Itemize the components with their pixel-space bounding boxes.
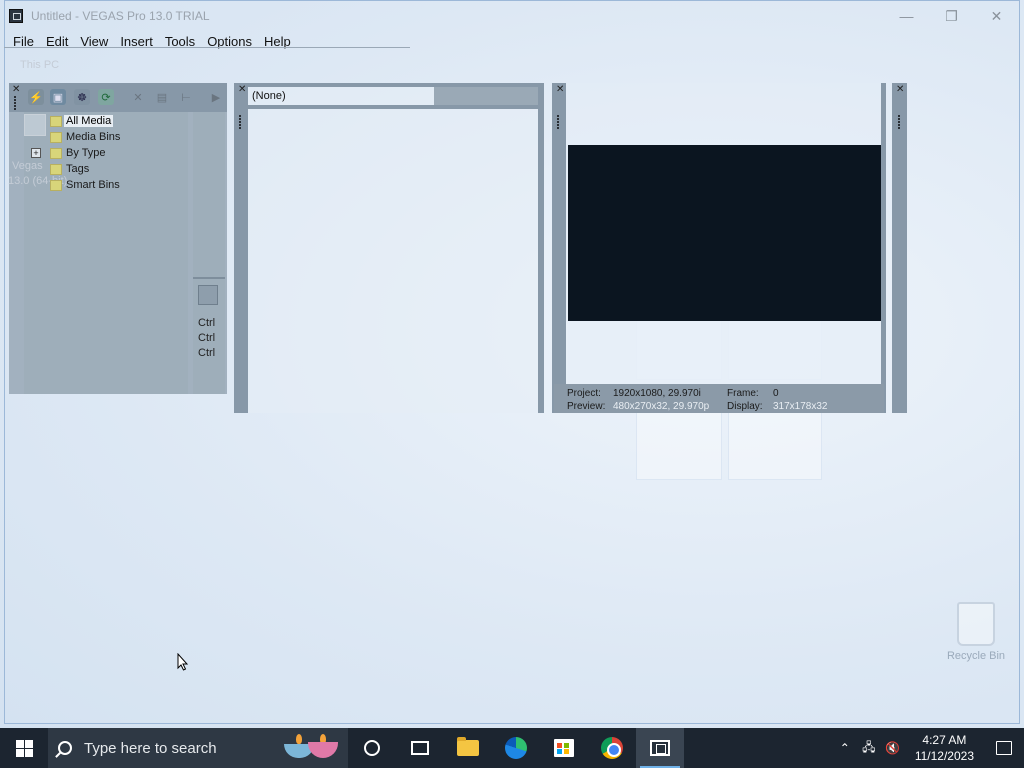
- preview-grip[interactable]: [556, 115, 560, 130]
- notification-icon: [996, 741, 1012, 755]
- tags-folder-icon: [50, 164, 62, 175]
- video-preview-screen: [568, 145, 881, 321]
- media-properties-icon[interactable]: ▤: [154, 89, 170, 105]
- system-tray: ⌃ 🖧 🔇 4:27 AM 11/12/2023: [833, 728, 1024, 768]
- ctrl-shortcut-label-1: Ctrl: [198, 317, 216, 329]
- chrome-icon: [601, 737, 623, 759]
- taskbar: Type here to search ⌃ 🖧 🔇 4:27 AM 11/12/…: [0, 728, 1024, 768]
- restore-button[interactable]: ❐: [929, 1, 974, 31]
- title-bar[interactable]: Untitled - VEGAS Pro 13.0 TRIAL — ❐ ✕: [5, 1, 1019, 31]
- start-button[interactable]: [0, 728, 48, 768]
- media-panel-grip[interactable]: [13, 96, 17, 111]
- tree-item-all-media[interactable]: All Media: [64, 115, 114, 127]
- trimmer-grip[interactable]: [238, 115, 242, 130]
- windows-start-icon: [15, 739, 33, 757]
- ctrl-shortcut-label-3: Ctrl: [198, 347, 216, 359]
- import-media-icon[interactable]: ⚡: [28, 89, 44, 105]
- right-panel-grip[interactable]: [897, 115, 901, 130]
- smart-bins-folder-icon: [50, 180, 62, 191]
- taskbar-search-box[interactable]: Type here to search: [48, 728, 348, 768]
- microsoft-store-button[interactable]: [540, 728, 588, 768]
- vegas-shortcut-ghost-icon: [24, 114, 46, 136]
- preview-label: Preview:: [567, 401, 606, 412]
- file-explorer-button[interactable]: [444, 728, 492, 768]
- file-explorer-icon: [457, 737, 479, 756]
- edge-button[interactable]: [492, 728, 540, 768]
- frame-value: 0: [773, 388, 779, 399]
- tree-item-tags[interactable]: Tags: [66, 163, 89, 175]
- right-docked-panel: [892, 83, 907, 413]
- preview-blank-area: [568, 321, 881, 384]
- preview-value: 480x270x32, 29.970p: [613, 401, 710, 412]
- refresh-icon[interactable]: ⟳: [98, 89, 114, 105]
- volume-muted-icon[interactable]: 🔇: [881, 728, 905, 768]
- media-panel-close-icon[interactable]: ✕: [12, 85, 20, 95]
- close-button[interactable]: ✕: [974, 1, 1019, 31]
- network-icon[interactable]: 🖧: [857, 728, 881, 768]
- display-label: Display:: [727, 401, 763, 412]
- project-label: Project:: [567, 388, 601, 399]
- vegas-taskbar-button[interactable]: [636, 728, 684, 768]
- media-bins-folder-icon: [50, 132, 62, 143]
- frame-label: Frame:: [727, 388, 759, 399]
- search-icon: [58, 741, 72, 755]
- tree-item-smart-bins[interactable]: Smart Bins: [66, 179, 120, 191]
- action-center-button[interactable]: [984, 728, 1024, 768]
- vegas-taskbar-icon: [650, 740, 670, 756]
- vegas-app-icon[interactable]: [9, 9, 23, 23]
- media-tree: [24, 112, 188, 394]
- close-icon: ✕: [990, 7, 1003, 24]
- by-type-folder-icon: [50, 148, 62, 159]
- minimize-button[interactable]: —: [884, 1, 929, 31]
- all-media-folder-icon: [50, 116, 62, 127]
- menu-bar: File Edit View Insert Tools Options Help: [5, 31, 1019, 51]
- microsoft-store-icon: [554, 739, 574, 757]
- trimmer-panel: [234, 83, 544, 413]
- cortana-button[interactable]: [348, 728, 396, 768]
- side-splitter[interactable]: [193, 277, 225, 279]
- task-view-button[interactable]: [396, 728, 444, 768]
- expand-icon[interactable]: +: [31, 148, 41, 158]
- menu-separator: [4, 47, 410, 48]
- remove-media-icon[interactable]: ✕: [130, 89, 146, 105]
- preview-close-icon[interactable]: ✕: [556, 85, 564, 95]
- project-value: 1920x1080, 29.970i: [613, 388, 701, 399]
- clock-time: 4:27 AM: [922, 733, 967, 747]
- tree-item-media-bins[interactable]: Media Bins: [66, 131, 120, 143]
- restore-icon: ❐: [945, 7, 958, 24]
- minimize-icon: —: [899, 8, 914, 24]
- edge-icon: [505, 737, 527, 759]
- chrome-button[interactable]: [588, 728, 636, 768]
- search-placeholder: Type here to search: [84, 739, 217, 757]
- ctrl-shortcut-label-2: Ctrl: [198, 332, 216, 344]
- task-view-icon: [411, 741, 429, 755]
- mouse-cursor-icon: [177, 653, 189, 671]
- ghost-this-pc-label: This PC: [20, 59, 60, 71]
- capture-video-icon[interactable]: ▣: [50, 89, 66, 105]
- trimmer-media-label: (None): [252, 90, 286, 102]
- ghost-vegas-label: Vegas: [12, 160, 43, 172]
- taskbar-clock[interactable]: 4:27 AM 11/12/2023: [905, 732, 984, 764]
- trimmer-close-icon[interactable]: ✕: [238, 85, 246, 95]
- window-title: Untitled - VEGAS Pro 13.0 TRIAL: [31, 9, 210, 23]
- media-fx-icon[interactable]: ⊢: [178, 89, 194, 105]
- tree-item-by-type[interactable]: By Type: [66, 147, 106, 159]
- thumbnail-icon[interactable]: [198, 285, 218, 305]
- cortana-icon: [364, 740, 380, 756]
- show-hidden-icons-chevron-icon[interactable]: ⌃: [833, 728, 857, 768]
- get-media-from-web-icon[interactable]: ☸: [74, 89, 90, 105]
- clock-date: 11/12/2023: [914, 749, 974, 763]
- diwali-diya-search-highlight-icon[interactable]: [284, 734, 340, 762]
- display-value: 317x178x32: [773, 401, 828, 412]
- play-icon[interactable]: ▶: [208, 89, 224, 105]
- right-panel-close-icon[interactable]: ✕: [896, 85, 904, 95]
